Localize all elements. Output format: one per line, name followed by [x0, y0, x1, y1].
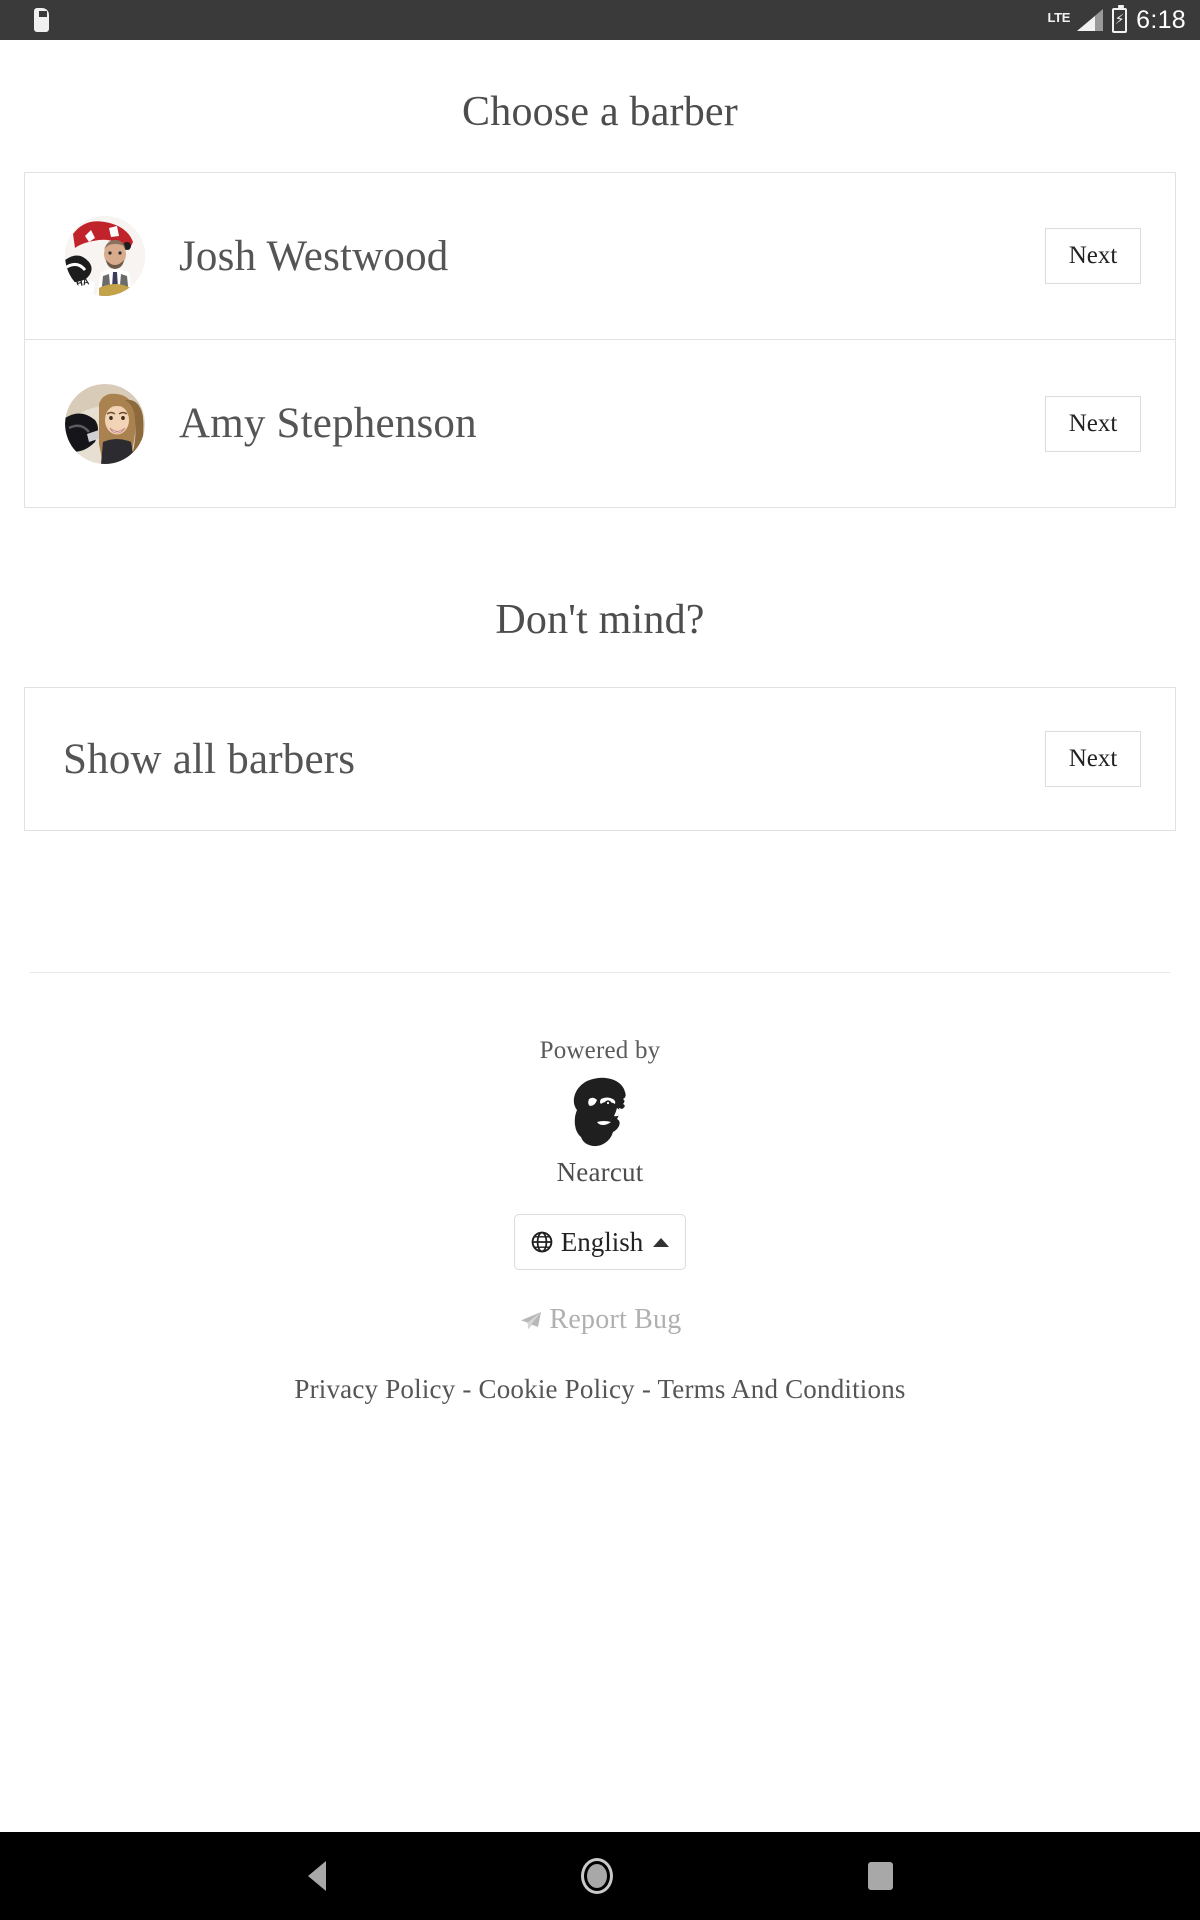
- barber-row-josh-westwood[interactable]: SHA Josh Westwood Next: [25, 173, 1175, 340]
- cookie-policy-link[interactable]: Cookie Policy: [479, 1374, 635, 1404]
- terms-and-conditions-link[interactable]: Terms And Conditions: [658, 1374, 906, 1404]
- status-bar-clock: 6:18: [1136, 5, 1186, 34]
- network-type-label: LTE: [1047, 9, 1071, 25]
- status-bar: LTE ⚡ 6:18: [0, 0, 1200, 40]
- powered-by-label: Powered by: [539, 1037, 661, 1064]
- legal-separator: -: [641, 1374, 652, 1404]
- privacy-policy-link[interactable]: Privacy Policy: [294, 1374, 455, 1404]
- signal-bars-icon: [1077, 9, 1104, 31]
- barber-row-amy-stephenson[interactable]: Amy Stephenson Next: [25, 340, 1175, 507]
- page-content: Choose a barber SHA Josh Westwood Next A…: [0, 40, 1200, 1832]
- next-button-josh-westwood[interactable]: Next: [1045, 228, 1141, 284]
- android-navigation-bar: [0, 1832, 1200, 1920]
- next-button-show-all[interactable]: Next: [1045, 731, 1141, 787]
- status-bar-left: [34, 8, 49, 32]
- status-bar-right: LTE ⚡ 6:18: [1047, 4, 1186, 35]
- home-circle-icon[interactable]: [580, 1858, 613, 1894]
- footer: Powered by Nearcut English Report Bug Pr…: [0, 973, 1200, 1405]
- paper-plane-icon: [519, 1308, 543, 1332]
- globe-icon: [531, 1231, 553, 1253]
- show-all-barbers-row[interactable]: Show all barbers Next: [25, 688, 1175, 830]
- show-all-barbers-card: Show all barbers Next: [24, 687, 1176, 831]
- show-all-barbers-label: Show all barbers: [63, 735, 356, 783]
- battery-charging-icon: ⚡: [1112, 4, 1128, 33]
- legal-links: Privacy Policy - Cookie Policy - Terms A…: [0, 1374, 1200, 1405]
- barber-name: Josh Westwood: [179, 232, 449, 280]
- caret-up-icon: [653, 1237, 670, 1247]
- brand-name: Nearcut: [556, 1157, 644, 1187]
- barber-name: Amy Stephenson: [179, 400, 477, 447]
- language-selector-value: English: [560, 1226, 644, 1257]
- next-button-amy-stephenson[interactable]: Next: [1045, 395, 1141, 452]
- language-selector-button[interactable]: English: [514, 1214, 686, 1270]
- phone-screen: LTE ⚡ 6:18 Choose a barber SHA Josh West…: [0, 0, 1200, 1920]
- dont-mind-heading: Don't mind?: [495, 597, 705, 643]
- avatar-amy-stephenson: [65, 383, 145, 464]
- report-bug-label: Report Bug: [549, 1304, 682, 1335]
- nearcut-bearded-man-logo: [557, 1075, 643, 1151]
- avatar-josh-westwood: SHA: [65, 216, 145, 296]
- report-bug-link[interactable]: Report Bug: [0, 1304, 1200, 1336]
- page-title: Choose a barber: [462, 89, 738, 135]
- recent-apps-square-icon[interactable]: [867, 1862, 893, 1890]
- back-triangle-icon[interactable]: [307, 1861, 326, 1891]
- legal-separator: -: [462, 1374, 472, 1404]
- barber-list: SHA Josh Westwood Next Amy Stephenson Ne…: [24, 172, 1176, 508]
- sd-card-icon: [34, 8, 49, 32]
